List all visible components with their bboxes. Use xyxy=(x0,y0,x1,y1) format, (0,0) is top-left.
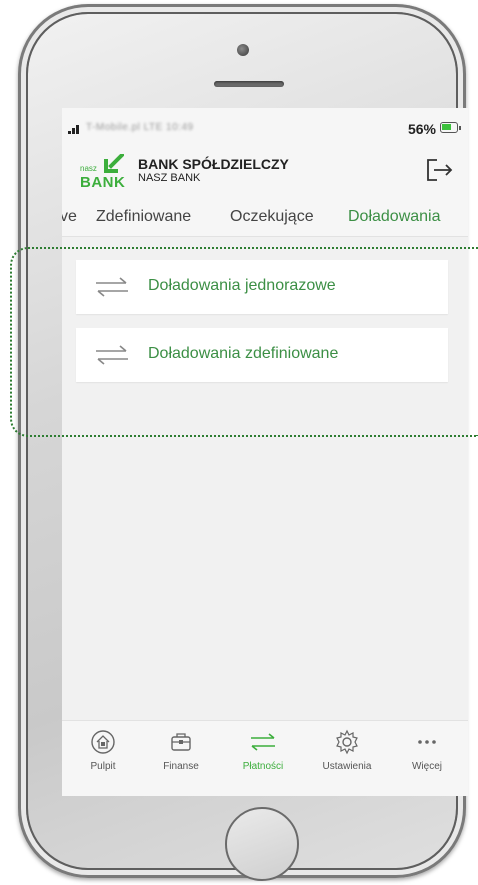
bottom-navigation: Pulpit Finanse Płatności Ustawienia Więc… xyxy=(62,720,468,796)
bank-logo: nasz BANK xyxy=(80,154,128,194)
gear-icon xyxy=(336,729,358,755)
bank-name: BANK SPÓŁDZIELCZY xyxy=(138,156,289,172)
front-camera xyxy=(237,44,249,56)
nav-pulpit[interactable]: Pulpit xyxy=(68,729,138,789)
status-bar: T-Mobile.pl LTE 10:49 56% xyxy=(62,108,468,142)
bank-subtitle: NASZ BANK xyxy=(138,172,201,184)
battery-icon xyxy=(440,122,461,133)
logo-arrow-icon xyxy=(104,154,124,173)
nav-label-ustawienia: Ustawienia xyxy=(322,761,372,772)
tab-doladowania[interactable]: Doładowania xyxy=(348,208,441,226)
tab-oczekujace[interactable]: Oczekujące xyxy=(230,208,314,226)
nav-label-platnosci: Płatności xyxy=(242,761,284,772)
nav-wiecej[interactable]: Więcej xyxy=(392,729,462,789)
nav-label-wiecej: Więcej xyxy=(411,761,442,772)
home-button[interactable] xyxy=(225,807,299,881)
battery-percent: 56% xyxy=(407,121,436,137)
nav-ustawienia[interactable]: Ustawienia xyxy=(312,729,382,789)
highlight-frame xyxy=(10,247,478,437)
logo-big-text: BANK xyxy=(80,174,126,191)
more-icon xyxy=(418,740,436,744)
tab-previous[interactable]: ve xyxy=(62,208,77,226)
logo-small-text: nasz xyxy=(80,164,97,173)
signal-icon xyxy=(68,124,82,134)
nav-label-finanse: Finanse xyxy=(163,761,199,772)
earpiece-speaker xyxy=(214,81,284,87)
nav-label-pulpit: Pulpit xyxy=(90,761,116,772)
home-icon xyxy=(91,730,115,754)
carrier-text: T-Mobile.pl LTE 10:49 xyxy=(86,122,194,133)
phone-screen: T-Mobile.pl LTE 10:49 56% nasz BANK BANK… xyxy=(62,108,468,796)
nav-finanse[interactable]: Finanse xyxy=(146,729,216,789)
tab-zdefiniowane[interactable]: Zdefiniowane xyxy=(96,208,191,226)
wallet-icon xyxy=(171,733,191,751)
logout-icon[interactable] xyxy=(424,156,454,184)
app-header: nasz BANK BANK SPÓŁDZIELCZY NASZ BANK xyxy=(62,142,468,198)
nav-platnosci[interactable]: Płatności xyxy=(228,729,298,789)
swap-arrows-icon xyxy=(251,733,275,751)
tab-bar: ve Zdefiniowane Oczekujące Doładowania xyxy=(62,198,468,237)
